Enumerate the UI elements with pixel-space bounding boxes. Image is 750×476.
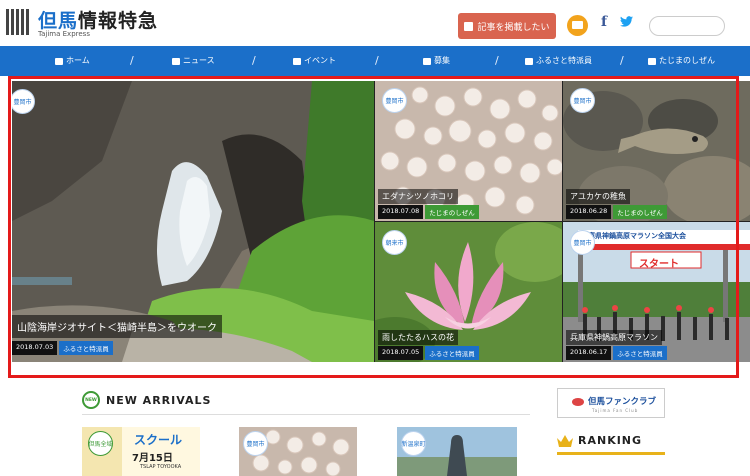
logo-title-accent: 但馬 (38, 10, 79, 32)
flyer-subtext: TSLAP TOYOOKA (140, 464, 182, 470)
ranking-underline (557, 452, 665, 455)
search-input[interactable] (649, 16, 725, 36)
new-arrivals-title: NEW ARRIVALS (106, 393, 212, 407)
arrival-thumb[interactable]: 豊岡市 (239, 427, 357, 476)
new-badge-icon: NEW (82, 391, 100, 409)
arrival-thumb[interactable]: 但馬全域 スクール 7月15日 TSLAP TOYOOKA (82, 427, 200, 476)
nav-label: ホーム (66, 56, 90, 65)
flyer-date: 7月15日 (132, 453, 173, 464)
post-article-button[interactable]: 記事を掲載したい (458, 13, 556, 39)
post-article-label: 記事を掲載したい (477, 22, 550, 33)
nav-label: ふるさと特派員 (536, 56, 592, 65)
nav-separator: / (495, 54, 499, 67)
nav-separator: / (375, 54, 379, 67)
city-badge: 新温泉町 (401, 431, 426, 456)
nav-label: 募集 (434, 56, 450, 65)
logo-subtitle: Tajima Express (38, 30, 90, 38)
nav-item-home[interactable]: ホーム (55, 46, 90, 76)
crown-icon (557, 434, 573, 447)
ranking-heading: RANKING (557, 434, 642, 447)
nav-item-nature[interactable]: たじまのしぜん (648, 46, 715, 76)
nav-separator: / (130, 54, 134, 67)
calendar-icon (293, 57, 301, 65)
facebook-icon[interactable]: f (601, 14, 607, 30)
city-badge: 但馬全域 (88, 431, 113, 456)
id-card-icon (525, 57, 533, 65)
logo-bars-icon[interactable] (6, 9, 31, 35)
nav-label: たじまのしぜん (659, 56, 715, 65)
logo-title-rest: 情報特急 (78, 10, 159, 32)
highlight-frame (8, 76, 739, 378)
fan-club-label: 但馬ファンクラブ (588, 397, 657, 407)
page: 但馬情報特急 Tajima Express 記事を掲載したい f ホーム / ニ… (0, 0, 750, 476)
flyer-title: スクール (134, 433, 183, 447)
nav-item-event[interactable]: イベント (293, 46, 336, 76)
pencil-icon (464, 21, 474, 31)
nav-item-correspondent[interactable]: ふるさと特派員 (525, 46, 592, 76)
users-icon (423, 57, 431, 65)
new-arrivals-heading: NEW NEW ARRIVALS (82, 388, 211, 412)
home-icon (55, 57, 63, 65)
section-divider (82, 414, 530, 415)
nav-separator: / (252, 54, 256, 67)
ranking-title: RANKING (578, 434, 643, 447)
fan-club-banner[interactable]: 但馬ファンクラブ Tajima Fan Club (557, 388, 665, 418)
newspaper-icon (172, 57, 180, 65)
nav-label: イベント (304, 56, 336, 65)
leaf-icon (648, 57, 656, 65)
nav-item-recruit[interactable]: 募集 (423, 46, 450, 76)
site-logo[interactable]: 但馬情報特急 (38, 6, 158, 33)
nav-separator: / (620, 54, 624, 67)
fan-club-logo-icon (572, 398, 584, 406)
mail-icon[interactable] (567, 15, 588, 36)
city-badge: 豊岡市 (243, 431, 268, 456)
main-nav: ホーム / ニュース / イベント / 募集 / ふるさと特派員 / たじまのし… (0, 46, 750, 76)
arrival-thumb[interactable]: 新温泉町 (397, 427, 517, 476)
nav-item-news[interactable]: ニュース (172, 46, 215, 76)
site-header: 但馬情報特急 Tajima Express 記事を掲載したい f (0, 0, 750, 46)
twitter-icon[interactable] (620, 16, 633, 27)
nav-label: ニュース (183, 56, 215, 65)
fan-club-sublabel: Tajima Fan Club (592, 408, 639, 413)
